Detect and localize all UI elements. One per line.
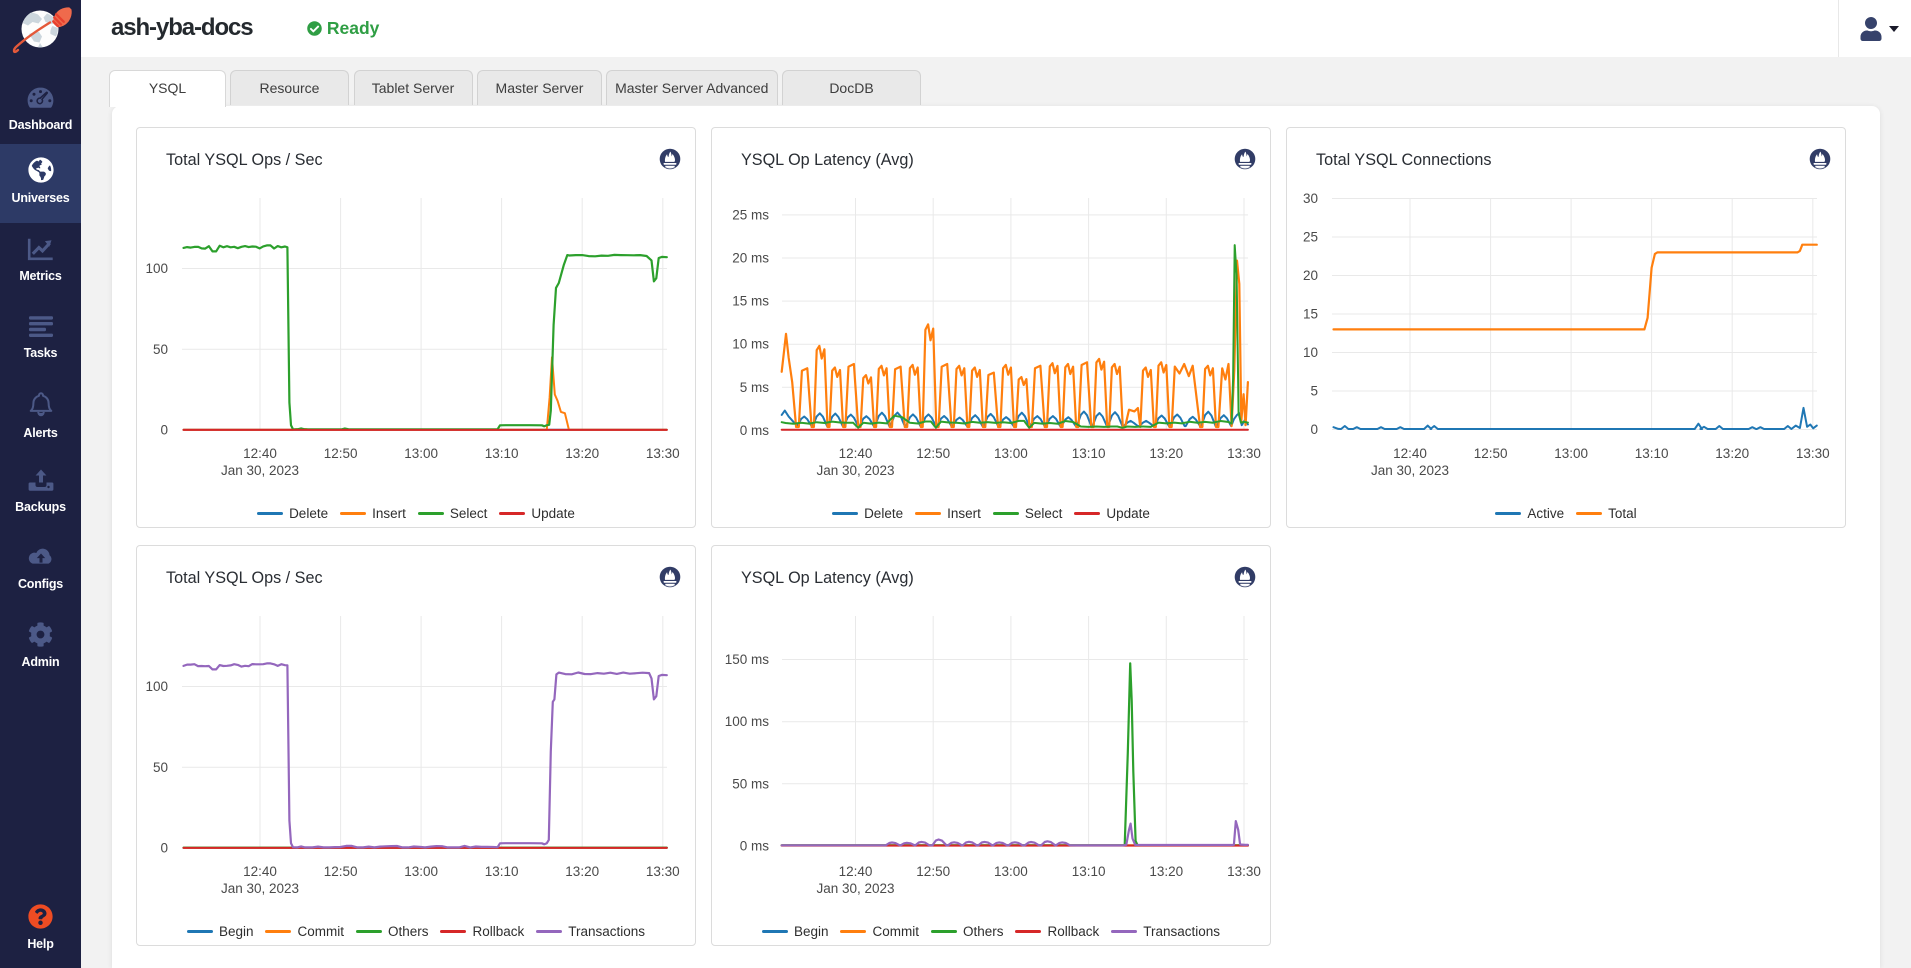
svg-text:Total YSQL Connections: Total YSQL Connections	[1316, 151, 1491, 169]
svg-text:YSQL Op Latency (Avg): YSQL Op Latency (Avg)	[741, 569, 914, 587]
svg-text:13:20: 13:20	[1149, 446, 1183, 461]
svg-text:12:50: 12:50	[324, 446, 358, 461]
svg-text:100: 100	[145, 679, 168, 694]
svg-text:0: 0	[1310, 422, 1318, 437]
svg-text:25: 25	[1303, 230, 1318, 245]
svg-text:13:20: 13:20	[1149, 864, 1183, 879]
svg-text:13:10: 13:10	[1635, 446, 1669, 461]
svg-text:10: 10	[1303, 345, 1318, 360]
svg-text:30: 30	[1303, 191, 1318, 206]
svg-text:12:50: 12:50	[324, 864, 358, 879]
svg-text:13:30: 13:30	[1227, 446, 1261, 461]
svg-text:Total YSQL Ops / Sec: Total YSQL Ops / Sec	[166, 151, 323, 169]
svg-text:13:30: 13:30	[646, 446, 680, 461]
svg-text:12:40: 12:40	[839, 446, 873, 461]
svg-text:13:20: 13:20	[565, 864, 599, 879]
svg-text:Total YSQL Ops / Sec: Total YSQL Ops / Sec	[166, 569, 323, 587]
svg-text:13:10: 13:10	[1072, 864, 1106, 879]
svg-text:13:10: 13:10	[485, 446, 519, 461]
svg-text:Jan 30, 2023: Jan 30, 2023	[221, 463, 299, 478]
svg-text:100: 100	[145, 261, 168, 276]
svg-text:0 ms: 0 ms	[740, 423, 770, 438]
svg-text:50 ms: 50 ms	[732, 776, 769, 791]
svg-text:5 ms: 5 ms	[740, 380, 770, 395]
svg-text:12:50: 12:50	[916, 864, 950, 879]
svg-text:12:50: 12:50	[916, 446, 950, 461]
svg-text:Jan 30, 2023: Jan 30, 2023	[816, 881, 894, 896]
svg-text:13:00: 13:00	[1554, 446, 1588, 461]
svg-text:15 ms: 15 ms	[732, 294, 769, 309]
svg-text:12:40: 12:40	[243, 864, 277, 879]
svg-text:150 ms: 150 ms	[725, 652, 770, 667]
svg-text:13:20: 13:20	[1715, 446, 1749, 461]
svg-text:25 ms: 25 ms	[732, 207, 769, 222]
svg-text:0 ms: 0 ms	[740, 839, 770, 854]
svg-text:12:40: 12:40	[839, 864, 873, 879]
svg-text:13:00: 13:00	[994, 864, 1028, 879]
svg-text:20: 20	[1303, 268, 1318, 283]
svg-text:13:30: 13:30	[1796, 446, 1830, 461]
svg-text:13:20: 13:20	[565, 446, 599, 461]
svg-text:10 ms: 10 ms	[732, 337, 769, 352]
svg-text:15: 15	[1303, 307, 1318, 322]
svg-text:YSQL Op Latency (Avg): YSQL Op Latency (Avg)	[741, 151, 914, 169]
svg-text:Jan 30, 2023: Jan 30, 2023	[1371, 463, 1449, 478]
svg-text:5: 5	[1310, 384, 1318, 399]
svg-text:0: 0	[160, 423, 168, 438]
svg-text:13:30: 13:30	[646, 864, 680, 879]
svg-text:13:30: 13:30	[1227, 864, 1261, 879]
svg-text:20 ms: 20 ms	[732, 251, 769, 266]
svg-text:Jan 30, 2023: Jan 30, 2023	[816, 463, 894, 478]
svg-text:13:00: 13:00	[994, 446, 1028, 461]
svg-text:13:00: 13:00	[404, 446, 438, 461]
svg-text:0: 0	[160, 841, 168, 856]
svg-text:12:40: 12:40	[1393, 446, 1427, 461]
svg-text:13:10: 13:10	[1072, 446, 1106, 461]
svg-text:12:50: 12:50	[1474, 446, 1508, 461]
svg-text:100 ms: 100 ms	[725, 714, 770, 729]
svg-text:50: 50	[153, 342, 168, 357]
svg-text:12:40: 12:40	[243, 446, 277, 461]
svg-text:13:00: 13:00	[404, 864, 438, 879]
svg-text:13:10: 13:10	[485, 864, 519, 879]
svg-text:50: 50	[153, 760, 168, 775]
svg-text:Jan 30, 2023: Jan 30, 2023	[221, 881, 299, 896]
